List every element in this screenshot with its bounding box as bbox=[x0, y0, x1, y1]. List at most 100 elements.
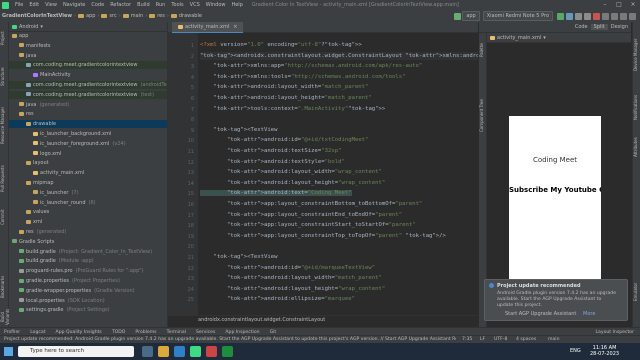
menu-vcs[interactable]: VCS bbox=[187, 2, 203, 8]
tree-item[interactable]: build.gradle (Module :app) bbox=[9, 257, 167, 265]
tree-item[interactable]: mipmap bbox=[9, 179, 167, 187]
tree-item[interactable]: drawable bbox=[9, 120, 167, 129]
hammer-icon[interactable] bbox=[454, 12, 462, 20]
tree-item[interactable]: local.properties (SDK Location) bbox=[9, 297, 167, 305]
code-line[interactable]: "tok-attr">app:layout_constraintStart_to… bbox=[200, 221, 416, 229]
code-line[interactable]: "tok-attr">xmlns:tools="http://schemas.a… bbox=[200, 73, 405, 81]
device-dropdown[interactable]: Xiaomi Redmi Note 5 Pro bbox=[482, 11, 553, 21]
tree-item[interactable]: proguard-rules.pro (ProGuard Rules for ":… bbox=[9, 267, 167, 275]
sdk-manager-icon[interactable] bbox=[611, 12, 618, 20]
breadcrumb-item[interactable]: src bbox=[99, 13, 118, 19]
tree-item[interactable]: com.coding.meet.gradientcolorintextview(… bbox=[9, 81, 167, 89]
code-line[interactable]: "tok-attr">android:layout_height="match_… bbox=[200, 94, 371, 102]
apply-changes-icon[interactable] bbox=[566, 12, 573, 20]
menu-file[interactable]: File bbox=[12, 2, 26, 8]
tree-item[interactable]: com.coding.meet.gradientcolorintextview(… bbox=[9, 90, 167, 99]
resource-manager-tool-tab[interactable]: Resource Manager bbox=[0, 102, 8, 148]
tree-item[interactable]: values bbox=[9, 208, 167, 216]
code-line[interactable]: "tok-tag"><TextView bbox=[200, 126, 277, 134]
tree-item[interactable]: ic_launcher (7) bbox=[9, 189, 167, 197]
emulator-tool-tab[interactable]: Emulator bbox=[633, 272, 640, 312]
mode-code[interactable]: Code bbox=[572, 24, 591, 30]
breadcrumb-item[interactable]: drawable bbox=[169, 13, 204, 19]
project-tool-tab[interactable]: Project bbox=[0, 24, 8, 52]
bottom-tool-app-inspection[interactable]: App Inspection bbox=[221, 330, 265, 335]
run-config-dropdown[interactable]: app bbox=[462, 11, 480, 21]
code-line[interactable]: "tok-attr">android:layout_width="match_p… bbox=[200, 83, 368, 91]
app-taskbar-icon[interactable] bbox=[222, 346, 233, 357]
layout-preview[interactable]: Coding Meet Subscribe My Youtube Cha... bbox=[509, 116, 601, 282]
notifications-tool-tab[interactable]: Notifications bbox=[633, 92, 640, 122]
bottom-tool-services[interactable]: Services bbox=[192, 330, 221, 335]
task-view-icon[interactable] bbox=[142, 346, 153, 357]
code-line[interactable]: "tok-attr">app:layout_constraintEnd_toEn… bbox=[200, 211, 402, 219]
chrome-browser-icon[interactable] bbox=[206, 346, 217, 357]
component-tree-tool-tab[interactable]: Component Tree bbox=[479, 93, 487, 139]
code-line[interactable]: "tok-attr">android:textStyle="bold" bbox=[200, 158, 345, 166]
bottom-tool-problems[interactable]: Problems bbox=[131, 330, 162, 335]
editor-breadcrumb[interactable]: androidx.constraintlayout.widget.Constra… bbox=[168, 315, 478, 323]
bottom-tool-git[interactable]: Git bbox=[266, 330, 283, 335]
design-file-selector[interactable]: activity_main.xml bbox=[497, 35, 541, 41]
menu-code[interactable]: Code bbox=[88, 2, 107, 8]
tree-item[interactable]: ic_launcher_round (6) bbox=[9, 199, 167, 207]
code-line[interactable]: "tok-attr">app:layout_constraintBottom_t… bbox=[200, 200, 422, 208]
debug-icon[interactable] bbox=[575, 12, 582, 20]
taskbar-clock[interactable]: 11:16 AM 28-07-2023 bbox=[590, 345, 619, 357]
tree-item[interactable]: activity_main.xml bbox=[9, 169, 167, 177]
input-language[interactable]: ENG bbox=[570, 348, 581, 354]
code-line[interactable]: "tok-attr">android:layout_width="match_p… bbox=[200, 274, 382, 282]
breadcrumb-item[interactable]: res bbox=[147, 13, 167, 19]
bottom-tool-todo[interactable]: TODO bbox=[108, 330, 132, 335]
close-tab-icon[interactable]: × bbox=[233, 24, 237, 30]
maximize-button[interactable]: □ bbox=[612, 0, 626, 10]
tree-item[interactable]: java bbox=[9, 52, 167, 60]
code-line[interactable]: "tok-attr">android:layout_height="wrap_c… bbox=[200, 285, 385, 293]
tree-item[interactable]: settings.gradle (Project Settings) bbox=[9, 306, 167, 314]
breadcrumb-item[interactable]: app bbox=[76, 13, 97, 19]
pull-requests-tool-tab[interactable]: Pull Requests bbox=[0, 162, 8, 196]
tree-item[interactable]: java (generated) bbox=[9, 101, 167, 109]
structure-tool-tab[interactable]: Structure bbox=[0, 62, 8, 92]
menu-run[interactable]: Run bbox=[153, 2, 169, 8]
code-line[interactable]: "tok-attr">android:id="@+id/marqueeTextV… bbox=[200, 264, 375, 272]
menu-navigate[interactable]: Navigate bbox=[60, 2, 88, 8]
windows-start-icon[interactable] bbox=[4, 347, 13, 356]
tree-item[interactable]: logo.xml bbox=[9, 150, 167, 158]
profile-icon[interactable] bbox=[584, 12, 591, 20]
menu-help[interactable]: Help bbox=[228, 2, 245, 8]
bookmarks-tool-tab[interactable]: Bookmarks bbox=[0, 272, 8, 302]
close-window-button[interactable]: × bbox=[626, 0, 640, 10]
preview-textview-title[interactable]: Coding Meet bbox=[509, 156, 601, 164]
start-agp-assistant-link[interactable]: Start AGP Upgrade Assistant bbox=[505, 311, 576, 317]
tree-item[interactable]: manifests bbox=[9, 42, 167, 50]
tree-item[interactable]: xml bbox=[9, 218, 167, 226]
code-line[interactable]: "tok-attr">tools:context=".MainActivity"… bbox=[200, 105, 385, 113]
menu-refactor[interactable]: Refactor bbox=[107, 2, 134, 8]
project-crumb[interactable]: GradientColorInTextView bbox=[0, 13, 74, 19]
code-line[interactable]: "tok-attr">android:text="Coding Meet" bbox=[200, 189, 352, 197]
tree-item[interactable]: gradle-wrapper.properties (Gradle Version… bbox=[9, 287, 167, 295]
code-line[interactable]: "tok-tag"><androidx.constraintlayout.wid… bbox=[200, 51, 478, 60]
file-explorer-icon[interactable] bbox=[158, 346, 169, 357]
bottom-tool-layout-inspector[interactable]: Layout Inspector bbox=[591, 330, 640, 335]
stop-icon[interactable] bbox=[593, 12, 600, 20]
tree-item[interactable]: MainActivity bbox=[9, 71, 167, 79]
edge-browser-icon[interactable] bbox=[174, 346, 185, 357]
menu-tools[interactable]: Tools bbox=[168, 2, 186, 8]
code-line[interactable]: "tok-attr">android:layout_width="wrap_co… bbox=[200, 168, 382, 176]
attributes-tool-tab[interactable]: Attributes bbox=[633, 132, 640, 162]
mode-split[interactable]: Split bbox=[590, 24, 608, 30]
code-line[interactable]: "tok-attr">android:id="@+id/txtCodingMee… bbox=[200, 136, 368, 144]
menu-window[interactable]: Window bbox=[203, 2, 229, 8]
bottom-tool-profiler[interactable]: Profiler bbox=[0, 330, 26, 335]
breadcrumb-item[interactable]: main bbox=[121, 13, 146, 19]
bottom-tool-terminal[interactable]: Terminal bbox=[163, 330, 192, 335]
code-line[interactable]: <?xml version="1.0" encoding="utf-8"?"to… bbox=[200, 41, 362, 49]
project-view-selector[interactable]: Android bbox=[19, 24, 38, 30]
mode-design[interactable]: Design bbox=[608, 24, 631, 30]
tree-item[interactable]: ic_launcher_foreground.xml (v24) bbox=[9, 140, 167, 148]
search-icon[interactable] bbox=[620, 12, 627, 20]
tree-item[interactable]: gradle.properties (Project Properties) bbox=[9, 277, 167, 285]
tree-item[interactable]: Gradle Scripts bbox=[9, 238, 167, 246]
